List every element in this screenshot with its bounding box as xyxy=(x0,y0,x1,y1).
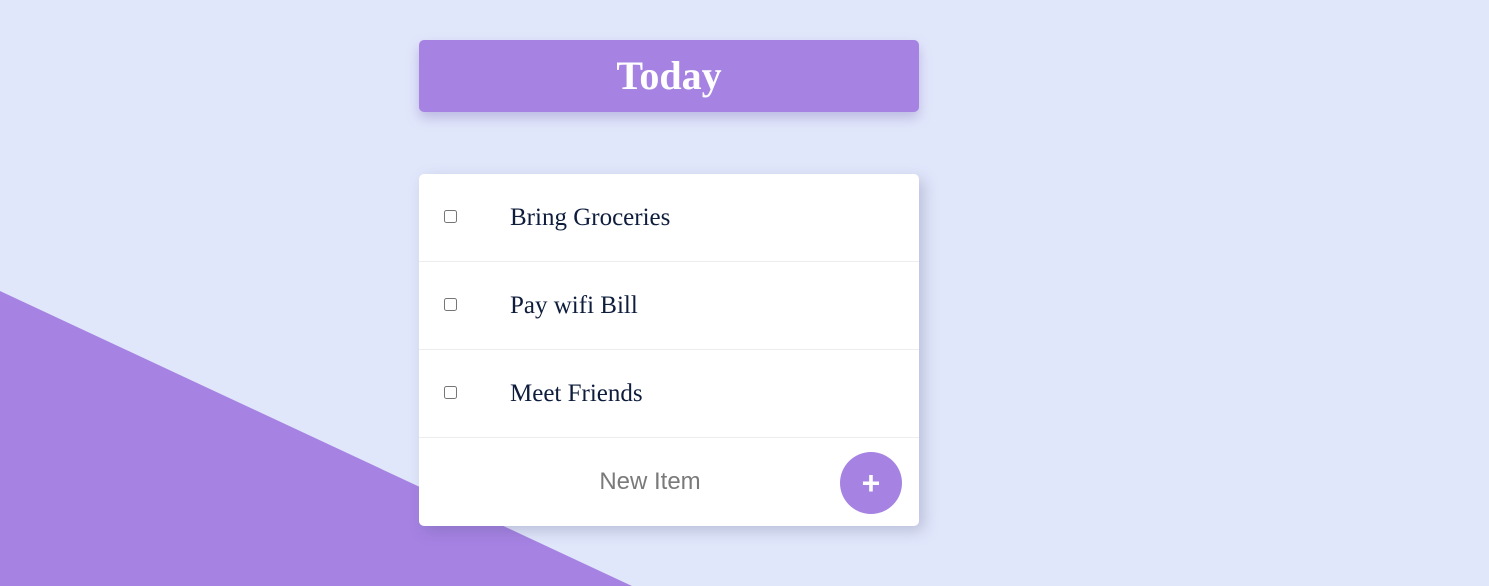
todo-list-card: Bring Groceries Pay wifi Bill Meet Frien… xyxy=(419,174,919,526)
item-label: Bring Groceries xyxy=(510,204,671,231)
list-item: Meet Friends xyxy=(419,350,919,438)
item-checkbox[interactable] xyxy=(444,298,457,311)
list-item: Bring Groceries xyxy=(419,174,919,262)
item-label: Pay wifi Bill xyxy=(510,292,638,319)
heading-banner: Today xyxy=(419,40,919,112)
new-item-input[interactable] xyxy=(510,465,790,499)
list-item: Pay wifi Bill xyxy=(419,262,919,350)
item-label: Meet Friends xyxy=(510,380,643,407)
item-checkbox[interactable] xyxy=(444,386,457,399)
add-item-button[interactable]: + xyxy=(840,452,902,514)
page-title: Today xyxy=(616,53,722,98)
item-checkbox[interactable] xyxy=(444,210,457,223)
